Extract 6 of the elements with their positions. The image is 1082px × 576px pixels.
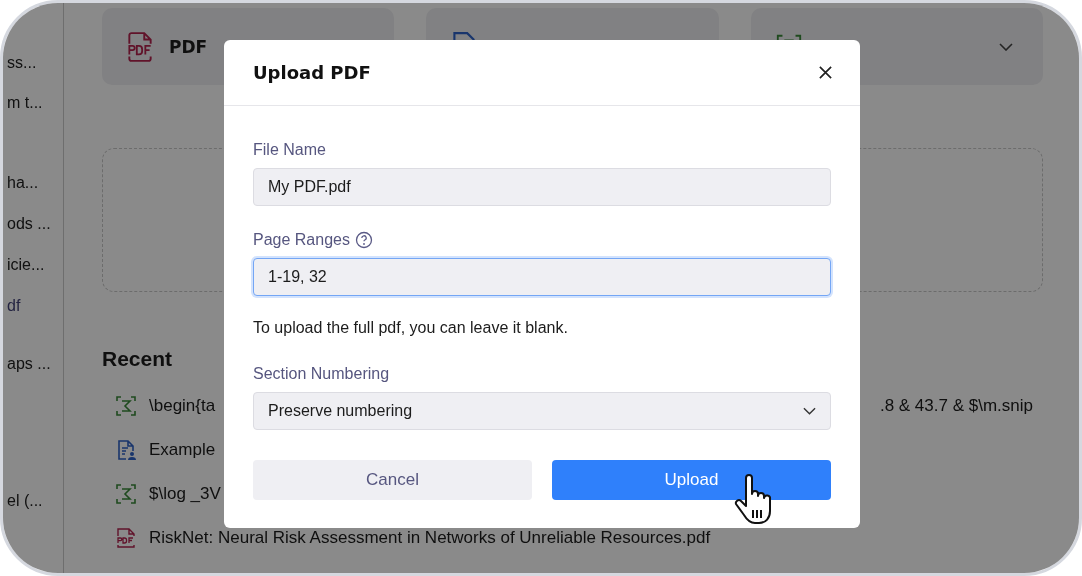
card-label: PDF — [169, 36, 208, 57]
field-label: Section Numbering — [253, 365, 390, 383]
field-label: Page Ranges — [253, 231, 350, 249]
field-label: File Name — [253, 141, 326, 159]
hint-text: To upload the full pdf, you can leave it blank. — [253, 318, 569, 338]
dialog-title: Upload PDF — [253, 62, 371, 83]
